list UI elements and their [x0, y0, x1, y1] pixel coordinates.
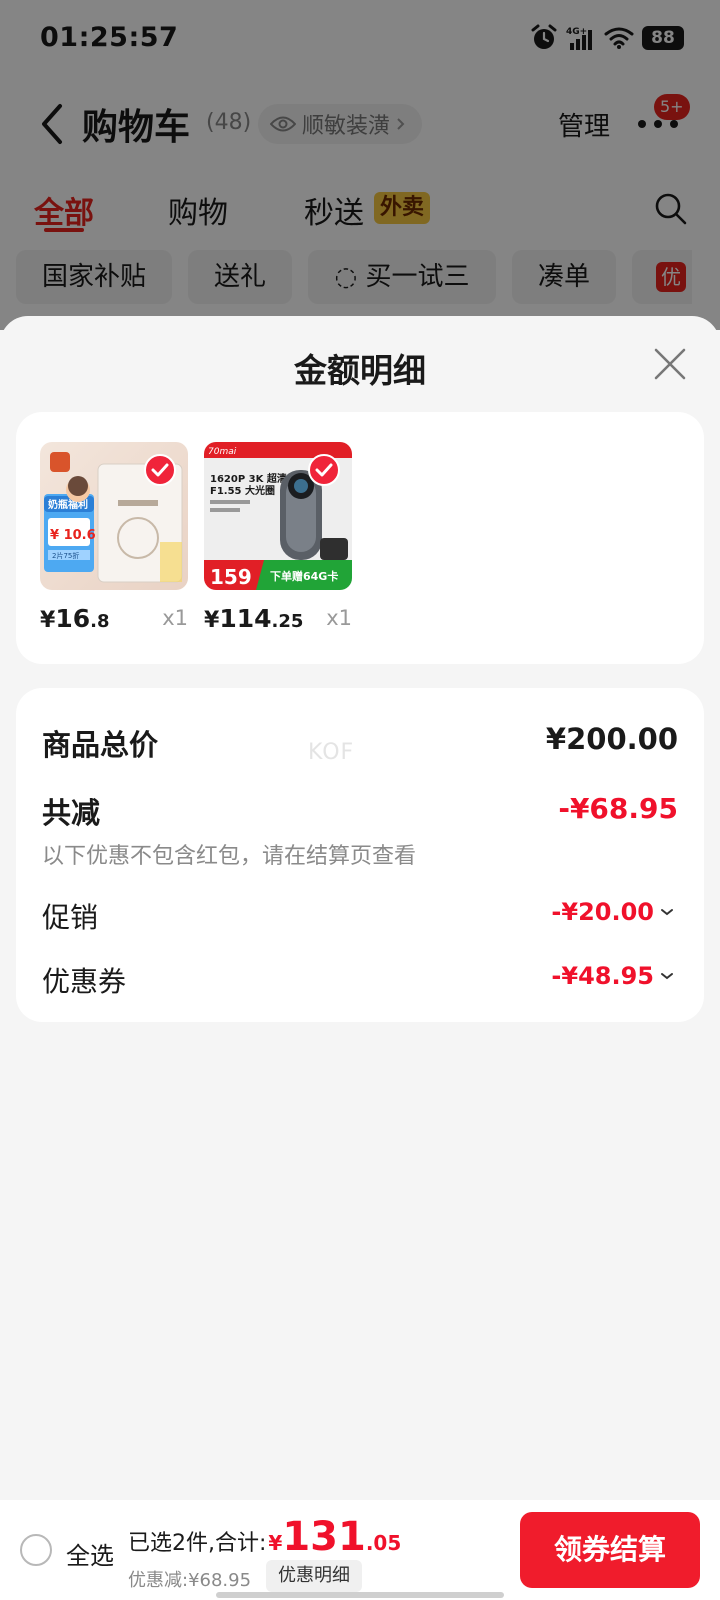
- coupon-row-toggle[interactable]: -¥48.95: [551, 962, 674, 990]
- currency-symbol: ¥: [40, 608, 56, 633]
- image-headline-1: 1620P 3K 超清: [210, 472, 287, 485]
- amount-breakdown-card: 商品总价 ¥200.00 KOF 共减 -¥68.95 以下优惠不包含红包，请在…: [16, 688, 704, 1022]
- product-price-row: ¥16.8 x1: [40, 604, 188, 638]
- image-price-text: ¥ 10.6: [50, 528, 96, 543]
- selected-products-card: 奶瓶福利 ¥ 10.6 2片75折 ¥16.8 x1 70mai 1620P 3…: [16, 412, 704, 664]
- red-packet-note: 以下优惠不包含红包，请在结算页查看: [42, 844, 417, 869]
- image-price-tag: 159: [210, 565, 252, 589]
- summary-total-decimal: .05: [365, 1531, 402, 1555]
- coupon-label: 优惠券: [42, 965, 127, 998]
- product-quantity: x1: [162, 606, 188, 630]
- watermark-text: KOF: [308, 740, 355, 765]
- total-price-label: 商品总价: [42, 728, 159, 762]
- price-decimal: .8: [90, 611, 110, 632]
- summary-text: 已选2件,合计:: [128, 1531, 267, 1556]
- home-indicator[interactable]: [216, 1592, 504, 1598]
- summary-total-integer: 131: [282, 1514, 366, 1560]
- product-price: ¥16.8: [40, 604, 109, 633]
- total-discount-label: 共减: [42, 796, 101, 830]
- summary-currency: ¥: [268, 1531, 283, 1555]
- sheet-title: 金额明细: [294, 351, 426, 390]
- close-icon[interactable]: [652, 346, 688, 382]
- currency-symbol: ¥: [204, 608, 220, 633]
- product-quantity: x1: [326, 606, 352, 630]
- select-all-radio[interactable]: [20, 1534, 52, 1566]
- discount-detail-button[interactable]: 优惠明细: [266, 1560, 362, 1592]
- price-integer: 16: [55, 604, 91, 633]
- amount-detail-sheet: 金额明细 奶瓶福利 ¥ 10.6 2片75折 ¥16.8 x1 70mai 16…: [0, 316, 720, 1600]
- price-integer: 114: [219, 604, 272, 633]
- checkout-button[interactable]: 领券结算: [520, 1512, 700, 1588]
- product-image-dashcam: 70mai 1620P 3K 超清 F1.55 大光圈 159 下单赠64G卡: [204, 442, 352, 590]
- image-brand-text: 70mai: [208, 447, 237, 457]
- product-price-row: ¥114.25 x1: [204, 604, 352, 638]
- selected-check-icon[interactable]: [144, 454, 176, 486]
- product-item[interactable]: 70mai 1620P 3K 超清 F1.55 大光圈 159 下单赠64G卡: [204, 442, 352, 638]
- chevron-down-icon: [661, 973, 673, 980]
- image-promo-text: 下单赠64G卡: [270, 569, 338, 583]
- discount-summary: 优惠减:¥68.95: [128, 1570, 252, 1591]
- promotion-row-toggle[interactable]: -¥20.00: [551, 898, 674, 926]
- image-headline-2: F1.55 大光圈: [210, 484, 275, 497]
- promotion-value: -¥20.00: [551, 898, 654, 926]
- checkout-bar: 全选 已选2件,合计: ¥ 131 .05 优惠减:¥68.95 优惠明细 领券…: [0, 1500, 720, 1600]
- price-decimal: .25: [271, 611, 304, 632]
- total-discount-value: -¥68.95: [558, 792, 678, 825]
- promotion-label: 促销: [42, 901, 99, 934]
- product-item[interactable]: 奶瓶福利 ¥ 10.6 2片75折 ¥16.8 x1: [40, 442, 188, 638]
- coupon-value: -¥48.95: [551, 962, 654, 990]
- total-price-value: ¥200.00: [545, 722, 678, 756]
- cart-page-background: 01:25:57 4G+ 88 购物车 (48) 顺敏装潢 管理 5+ 全部 购…: [0, 0, 720, 330]
- selected-check-icon[interactable]: [308, 454, 340, 486]
- chevron-down-icon: [661, 909, 673, 916]
- order-summary: 已选2件,合计: ¥ 131 .05: [128, 1514, 401, 1560]
- select-all-label[interactable]: 全选: [66, 1536, 114, 1571]
- image-note-text: 2片75折: [52, 551, 79, 560]
- product-image-nursing-pads: 奶瓶福利 ¥ 10.6 2片75折: [40, 442, 188, 590]
- product-price: ¥114.25: [204, 604, 303, 633]
- modal-overlay[interactable]: [0, 0, 720, 330]
